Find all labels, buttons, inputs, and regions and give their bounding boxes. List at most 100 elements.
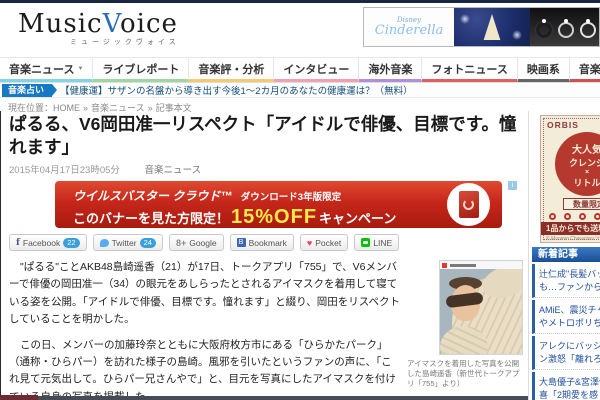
- news-ticker: 音楽占い 【健康運】サザンの名盤から導き出す今後1～2カ月のあなたの健康運は？（…: [0, 83, 600, 98]
- twitter-bird-icon: [100, 239, 109, 247]
- product-box-image: [447, 183, 490, 226]
- nav-tab-movie[interactable]: 映画系: [518, 58, 570, 82]
- ring-gem: [564, 19, 568, 23]
- twitter-label: Twitter: [112, 238, 137, 248]
- latest-article-item[interactable]: AMiE、震災チャリティラ やメトロポリちゃんV出演: [532, 300, 600, 334]
- pocket-label: Pocket: [315, 238, 341, 248]
- nav-tab-review-analysis[interactable]: 音楽評・分析: [189, 58, 274, 82]
- latest-article-line: 辻仁成"長髪バッサリ": [539, 268, 600, 281]
- site-logo[interactable]: MusicVoice ミュージックヴォイス: [18, 9, 180, 47]
- pocket-icon: ♥: [307, 238, 312, 248]
- site-logo-subtitle: ミュージックヴォイス: [70, 37, 180, 47]
- article-meta: 2015年04月17日23時05分 音楽ニュース: [9, 162, 528, 176]
- logo-text: oice: [120, 9, 178, 39]
- main-navigation: 音楽ニュース ▼ ライブレポート 音楽評・分析 インタビュー 海外音楽 フォトニ…: [0, 57, 600, 83]
- ring-gem: [542, 19, 546, 23]
- flower-decor: [579, 213, 586, 220]
- flower-decor: [549, 213, 556, 220]
- line-label: LINE: [373, 238, 392, 248]
- article-photo-block: アイマスクを着用した写真を公開した島崎遥香（新世代トークアプリ「755」より）: [407, 260, 523, 389]
- nav-tab-label: 海外音楽: [368, 61, 412, 77]
- nav-tab-label: インタビュー: [283, 61, 349, 77]
- facebook-share-count: 22: [63, 238, 79, 248]
- ad-banner-line2: このバナーを見た方限定！ 15%OFF キャンペーン: [73, 206, 502, 228]
- bookmark-icon: B: [237, 238, 246, 247]
- nav-tab-label: フォトニュース: [431, 61, 507, 77]
- ad-info-icon[interactable]: i: [508, 181, 517, 190]
- latest-article-line: ン激怒「離れろ」 2015: [539, 353, 600, 366]
- orbis-circle-text: クレンジ: [555, 156, 600, 169]
- ad-cta-suffix: キャンペーン: [319, 208, 396, 227]
- latest-article-item[interactable]: 大島優子&宮澤佐江の" 喜「2期愛を感じるね」: [532, 372, 600, 400]
- photo-caption: アイマスクを着用した写真を公開した島崎遥香（新世代トークアプリ「755」より）: [407, 359, 523, 389]
- nav-tab-label: 音楽本: [579, 61, 600, 77]
- silver-ring: [580, 22, 596, 38]
- nav-tab-live-report[interactable]: ライブレポート: [93, 58, 189, 82]
- article-category-link[interactable]: 音楽ニュース: [145, 165, 202, 176]
- cinderella-dress-silhouette: [481, 14, 503, 40]
- rings-image: [530, 8, 599, 46]
- nav-tab-music-book[interactable]: 音楽本: [570, 58, 600, 82]
- logo-text: Music: [18, 9, 103, 39]
- orbis-circle-text: 大人気: [555, 141, 600, 156]
- bookmark-button[interactable]: B Bookmark: [230, 234, 294, 251]
- software-box: [459, 191, 479, 218]
- twitter-share-button[interactable]: Twitter 24: [93, 234, 163, 251]
- nav-tab-overseas-music[interactable]: 海外音楽: [359, 58, 422, 82]
- breadcrumb: 現在位置：HOME»音楽ニュース»記事本文: [0, 98, 600, 111]
- latest-article-item[interactable]: 辻仁成"長髪バッサリ" も…ファンからは好反応: [532, 264, 600, 298]
- social-share-row: f Facebook 22 Twitter 24 8+ Google B Boo…: [9, 234, 528, 251]
- ad-cta-prefix: このバナーを見た方限定！: [73, 208, 229, 227]
- browser-viewport: MusicVoice ミュージックヴォイス Disney Cinderella: [0, 0, 600, 400]
- google-plus-button[interactable]: 8+ Google: [169, 234, 224, 251]
- ticker-headline-link[interactable]: 【健康運】サザンの名盤から導き出す今後1～2カ月のあなたの健康運は？（無料）: [60, 83, 413, 97]
- site-header: MusicVoice ミュージックヴォイス Disney Cinderella: [0, 3, 600, 57]
- article-photo[interactable]: [439, 260, 523, 355]
- content-layout: ぱるる、V6岡田准一リスペクト「アイドルで俳優、目標です。憧れます」 2015年…: [0, 111, 600, 400]
- ad-brand-name: ウイルスバスター クラウド™: [73, 189, 232, 203]
- photo-app-header: [440, 261, 522, 269]
- ring-gem: [586, 19, 590, 23]
- nav-tab-label: 音楽ニュース: [9, 61, 74, 77]
- black-ring: [536, 22, 552, 38]
- bottom-partial-banner-left: [0, 395, 38, 400]
- google-plus-icon: 8+: [176, 238, 186, 248]
- cinderella-image: [454, 8, 530, 46]
- line-icon: [361, 238, 370, 247]
- latest-article-line: 喜「2期愛を感じるね」: [539, 389, 600, 400]
- facebook-share-button[interactable]: f Facebook 22: [9, 234, 87, 251]
- article-date: 2015年04月17日23時05分: [9, 165, 120, 176]
- cinderella-ad-banner[interactable]: Disney Cinderella: [363, 7, 600, 47]
- orbis-ad-banner[interactable]: ORBIS 大人気 クレンジ × リトル 数量限定 1品からでも送料無料 © M…: [540, 115, 600, 243]
- pocket-button[interactable]: ♥ Pocket: [300, 234, 348, 251]
- facebook-label: Facebook: [23, 238, 60, 248]
- orbis-circle-text: リトル: [555, 176, 600, 189]
- orbis-logo: ORBIS: [547, 120, 579, 130]
- ad-banner-area: ウイルスバスター クラウド™ ダウンロード3年版限定 このバナーを見た方限定！ …: [55, 181, 517, 231]
- nav-tab-photo-news[interactable]: フォトニュース: [422, 58, 517, 82]
- sparkle-decor: [460, 14, 470, 24]
- box-swirl-decor: [463, 199, 474, 210]
- app-username-text: [450, 264, 476, 267]
- flower-decor: [564, 213, 571, 220]
- ad-condition: ダウンロード3年版限定: [241, 192, 341, 203]
- cinderella-ad-text-panel: Disney Cinderella: [364, 8, 454, 46]
- bookmark-label: Bookmark: [249, 238, 287, 248]
- nav-tab-music-news[interactable]: 音楽ニュース ▼: [0, 58, 93, 82]
- latest-article-line: アレクにバッシング、小: [539, 340, 600, 353]
- virus-buster-ad-banner[interactable]: ウイルスバスター クラウド™ ダウンロード3年版限定 このバナーを見た方限定！ …: [55, 181, 502, 228]
- ad-offer-text: 15%OFF: [231, 206, 317, 228]
- twitter-share-count: 24: [140, 238, 156, 248]
- facebook-icon: f: [16, 238, 20, 248]
- nav-tab-label: 音楽評・分析: [198, 61, 264, 77]
- orbis-limited-ribbon: 数量限定: [563, 198, 600, 210]
- line-share-button[interactable]: LINE: [354, 234, 399, 251]
- bottom-partial-banner: [38, 396, 528, 400]
- flower-decor: [594, 213, 600, 220]
- right-sidebar: ORBIS 大人気 クレンジ × リトル 数量限定 1品からでも送料無料 © M…: [528, 111, 600, 400]
- latest-article-item[interactable]: アレクにバッシング、小 ン激怒「離れろ」 2015: [532, 336, 600, 370]
- cinderella-title: Cinderella: [375, 23, 443, 38]
- fortune-badge[interactable]: 音楽占い: [2, 84, 52, 97]
- nav-tab-interview[interactable]: インタビュー: [274, 58, 359, 82]
- chevron-down-icon: ▼: [77, 66, 83, 72]
